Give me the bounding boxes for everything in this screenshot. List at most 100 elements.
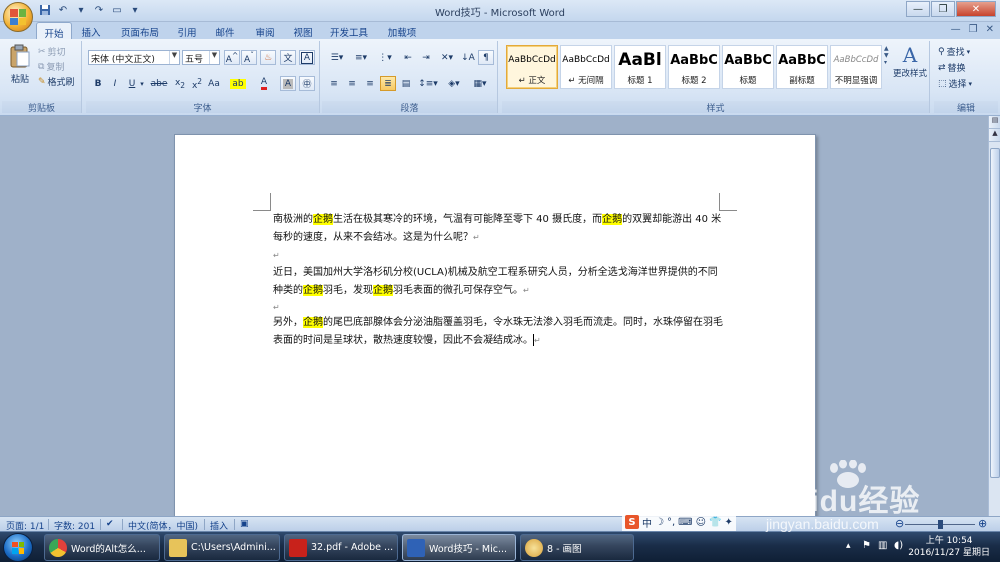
punctuation-icon[interactable]: °, [667,517,675,528]
flag-icon[interactable]: ⚑ [862,540,871,551]
office-button[interactable] [3,2,33,32]
decrease-indent-button[interactable]: ⇤ [400,50,416,65]
chevron-down-icon[interactable]: ▼ [884,52,891,59]
chevron-down-icon[interactable]: ▼ [209,51,219,64]
tab-view[interactable]: 视图 [288,22,318,39]
style-title[interactable]: AaBbC 标题 [722,45,774,89]
superscript-button[interactable]: x2 [189,76,205,91]
tab-mailings[interactable]: 邮件 [210,22,240,39]
taskbar-button-explorer[interactable]: C:\Users\Admini... [164,534,280,561]
style-normal[interactable]: AaBbCcDd ↵ 正文 [506,45,558,89]
justify-button[interactable]: ≣ [380,76,396,91]
shrink-font-button[interactable]: Aˇ [241,50,257,65]
increase-indent-button[interactable]: ⇥ [418,50,434,65]
ruler-toggle-icon[interactable]: ▤ [989,116,1000,129]
vertical-scrollbar[interactable]: ▤ ▲ [988,116,1000,516]
show-marks-button[interactable]: ¶ [478,50,494,65]
cut-button[interactable]: ✂ 剪切 [38,45,66,59]
copy-button[interactable]: ⧉ 复制 [38,60,64,74]
align-center-button[interactable]: ≡ [344,76,360,91]
shading-button[interactable]: ◈▾ [442,76,466,91]
chevron-down-icon[interactable]: ▼ [169,51,179,64]
character-shading-button[interactable]: A [280,76,296,91]
style-subtle-emphasis[interactable]: AaBbCcDd 不明显强调 [830,45,882,89]
more-icon[interactable]: ▾ [884,59,891,66]
moon-icon[interactable]: ☽ [655,517,664,528]
italic-button[interactable]: I [107,76,123,91]
line-spacing-button[interactable]: ↕≡▾ [416,76,440,91]
strikethrough-button[interactable]: abe [150,76,168,91]
font-color-button[interactable]: A [254,76,274,91]
paragraph-1[interactable]: 南极洲的企鹅生活在极其寒冷的环境，气温有可能降至零下 40 摄氏度，而企鹅的双翼… [273,211,723,247]
enclose-characters-button[interactable]: ㊥ [299,76,315,91]
distributed-button[interactable]: ▤ [398,76,414,91]
align-left-button[interactable]: ≡ [326,76,342,91]
change-case-button[interactable]: Aa [206,76,222,91]
replace-button[interactable]: ⇄ 替换 [938,61,966,75]
paste-button[interactable]: 粘贴 [6,43,34,85]
paragraph-3[interactable]: 另外，企鹅的尾巴底部腺体会分泌油脂覆盖羽毛，令水珠无法渗入羽毛而流走。同时，水珠… [273,314,723,350]
align-right-button[interactable]: ≡ [362,76,378,91]
numbering-button[interactable]: ≡▾ [350,50,372,65]
doc-close-icon[interactable]: ✕ [986,24,994,35]
scroll-thumb[interactable] [990,148,1000,478]
tools-icon[interactable]: ✦ [724,517,732,528]
borders-button[interactable]: ▦▾ [468,76,492,91]
volume-icon[interactable]: ◖) [894,540,903,551]
style-heading-1[interactable]: AaBl 标题 1 [614,45,666,89]
multilevel-list-button[interactable]: ⋮▾ [374,50,396,65]
tab-addins[interactable]: 加载项 [384,22,420,39]
change-styles-button[interactable]: A 更改样式 [892,43,928,79]
sogou-icon[interactable]: S [625,515,639,529]
document-page[interactable]: 南极洲的企鹅生活在极其寒冷的环境，气温有可能降至零下 40 摄氏度，而企鹅的双翼… [174,134,816,534]
maximize-button[interactable]: ❐ [931,1,955,17]
clock[interactable]: 上午 10:54 2016/11/27 星期日 [908,535,990,559]
phonetic-guide-button[interactable]: 文 [280,50,296,65]
document-area[interactable]: 南极洲的企鹅生活在极其寒冷的环境，气温有可能降至零下 40 摄氏度，而企鹅的双翼… [0,116,988,534]
tab-references[interactable]: 引用 [172,22,202,39]
tab-developer[interactable]: 开发工具 [326,22,372,39]
clear-formatting-button[interactable]: ♨ [260,50,276,65]
macro-record-icon[interactable]: ▣ [240,519,249,529]
keyboard-icon[interactable]: ⌨ [678,517,692,528]
font-size-combo[interactable]: 五号 ▼ [182,50,220,65]
doc-minimize-icon[interactable]: — [951,24,961,35]
network-icon[interactable]: ▥ [878,540,887,551]
taskbar-button-paint[interactable]: 8 - 画图 [520,534,634,561]
bold-button[interactable]: B [90,76,106,91]
tab-review[interactable]: 审阅 [250,22,280,39]
bullets-button[interactable]: ☰▾ [326,50,348,65]
style-heading-2[interactable]: AaBbC 标题 2 [668,45,720,89]
taskbar-button-word[interactable]: Word技巧 - Mic... [402,534,516,561]
show-hidden-icons[interactable]: ▴ [846,541,851,551]
sort-button[interactable]: ↓A [460,50,476,65]
zoom-out-icon[interactable]: ⊖ [895,517,904,530]
highlight-button[interactable]: ab [228,76,248,91]
underline-dropdown[interactable]: ▾ [138,76,146,91]
skin-icon[interactable]: ☺ [696,517,706,528]
grow-font-button[interactable]: A^ [224,50,240,65]
styles-gallery-scroll[interactable]: ▲ ▼ ▾ [884,45,891,89]
subscript-button[interactable]: x2 [172,76,188,91]
tab-page-layout[interactable]: 页面布局 [116,22,164,39]
style-subtitle[interactable]: AaBbC 副标题 [776,45,828,89]
font-name-combo[interactable]: 宋体 (中文正文) ▼ [88,50,180,65]
doc-restore-icon[interactable]: ❐ [969,24,978,35]
start-button[interactable] [3,533,33,562]
style-no-spacing[interactable]: AaBbCcDd ↵ 无间隔 [560,45,612,89]
input-mode-indicator[interactable]: 中 [642,515,652,530]
shirt-icon[interactable]: 👕 [709,517,721,528]
select-button[interactable]: ⬚ 选择 ▾ [938,77,972,91]
chinese-layout-button[interactable]: ✕▾ [436,50,458,65]
format-painter-button[interactable]: ✎ 格式刷 [38,75,75,89]
paragraph-2[interactable]: 近日，美国加州大学洛杉矶分校(UCLA)机械及航空工程系研究人员，分析全选戈海洋… [273,264,723,300]
zoom-in-icon[interactable]: ⊕ [978,517,987,530]
character-border-button[interactable]: A [299,50,315,65]
proofing-icon[interactable]: ✔ [106,519,114,529]
tab-insert[interactable]: 插入 [76,22,106,39]
close-button[interactable]: ✕ [956,1,996,17]
taskbar-button-browser[interactable]: Word的Alt怎么... [44,534,160,561]
zoom-slider-thumb[interactable] [938,520,943,529]
taskbar-button-pdf[interactable]: 32.pdf - Adobe ... [284,534,398,561]
minimize-button[interactable]: — [906,1,930,17]
